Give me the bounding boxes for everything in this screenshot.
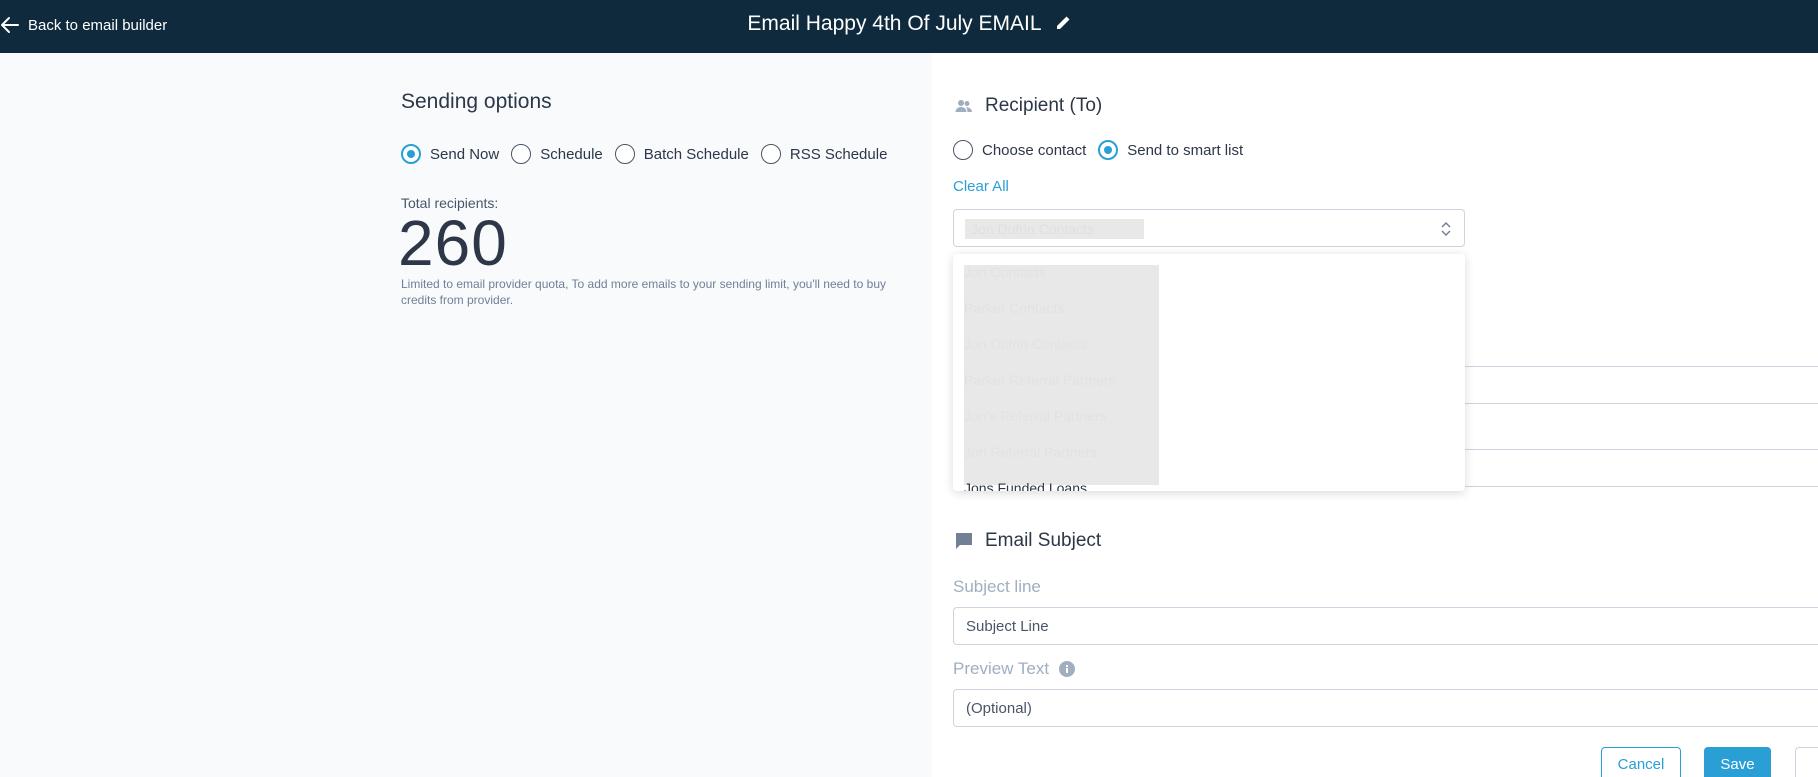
radio-send-now[interactable]: Send Now	[401, 144, 499, 164]
smart-list-dropdown: Jon Contacts Parker Contacts Jon Dufrin …	[953, 254, 1465, 491]
preview-text-input[interactable]: (Optional)	[953, 689, 1818, 727]
radio-label: Schedule	[540, 145, 603, 163]
radio-label: Batch Schedule	[643, 145, 749, 163]
preview-text-label-text: Preview Text	[953, 659, 1050, 678]
top-bar: Back to email builder Email Happy 4th Of…	[0, 0, 1818, 53]
radio-button[interactable]	[511, 144, 532, 164]
radio-schedule[interactable]: Schedule	[511, 144, 603, 164]
preview-text-label: Preview Text	[953, 659, 1076, 679]
subject-line-label-text: Subject line	[953, 577, 1041, 596]
chevron-updown-icon	[1441, 221, 1451, 237]
clear-all-link[interactable]: Clear All	[953, 178, 1009, 195]
radio-batch-schedule[interactable]: Batch Schedule	[614, 144, 749, 164]
message-icon	[956, 533, 972, 549]
cancel-button[interactable]: Cancel	[1601, 747, 1681, 777]
selected-smart-list: Jon Dufrin Contacts	[965, 219, 1144, 239]
subject-line-input[interactable]: Subject Line	[953, 607, 1818, 645]
recipient-heading-label: Recipient (To)	[985, 95, 1103, 116]
radio-label: RSS Schedule	[789, 145, 888, 163]
email-title: Email Happy 4th Of July EMAIL	[747, 12, 1041, 35]
smart-list-select[interactable]: Jon Dufrin Contacts	[953, 209, 1465, 247]
radio-choose-contact[interactable]: Choose contact	[953, 140, 1086, 160]
subject-line-label: Subject line	[953, 577, 1041, 597]
radio-send-to-smart-list[interactable]: Send to smart list	[1098, 140, 1243, 160]
dropdown-option[interactable]: Jon's Referral Partners	[964, 408, 1107, 424]
recipient-mode-group: Choose contact Send to smart list	[953, 140, 1255, 160]
recipient-heading: Recipient (To)	[955, 95, 1102, 117]
page-title: Email Happy 4th Of July EMAIL	[0, 12, 1818, 36]
email-subject-heading: Email Subject	[955, 530, 1101, 552]
radio-label: Send Now	[430, 145, 500, 163]
dropdown-option[interactable]: Parker Contacts	[964, 300, 1064, 316]
dropdown-option[interactable]: Jons Funded Loans	[964, 480, 1087, 491]
radio-button[interactable]	[401, 144, 421, 164]
info-icon[interactable]	[1059, 661, 1076, 677]
radio-button[interactable]	[614, 144, 635, 164]
users-icon	[955, 100, 972, 112]
radio-rss-schedule[interactable]: RSS Schedule	[760, 144, 888, 164]
radio-button[interactable]	[760, 144, 781, 164]
dropdown-option[interactable]: Jon Referral Partners	[964, 444, 1097, 460]
dropdown-option[interactable]: Jon Dufrin Contacts	[964, 336, 1087, 352]
sending-mode-group: Send Now Schedule Batch Schedule RSS Sch…	[401, 144, 899, 164]
dropdown-option[interactable]: Parker Referral Partners	[964, 372, 1116, 388]
send-button[interactable]	[1795, 747, 1818, 777]
pencil-icon[interactable]	[1055, 15, 1071, 31]
dropdown-option[interactable]: Jon Contacts	[964, 264, 1046, 280]
radio-label: Send to smart list	[1127, 141, 1244, 159]
total-recipients-value: 260	[398, 207, 508, 279]
radio-button[interactable]	[953, 140, 973, 160]
save-button[interactable]: Save	[1704, 747, 1771, 777]
email-subject-heading-label: Email Subject	[985, 530, 1102, 551]
radio-button[interactable]	[1098, 140, 1119, 160]
radio-label: Choose contact	[982, 141, 1087, 159]
sending-options-heading: Sending options	[401, 90, 552, 113]
quota-limit-note: Limited to email provider quota, To add …	[401, 277, 886, 307]
